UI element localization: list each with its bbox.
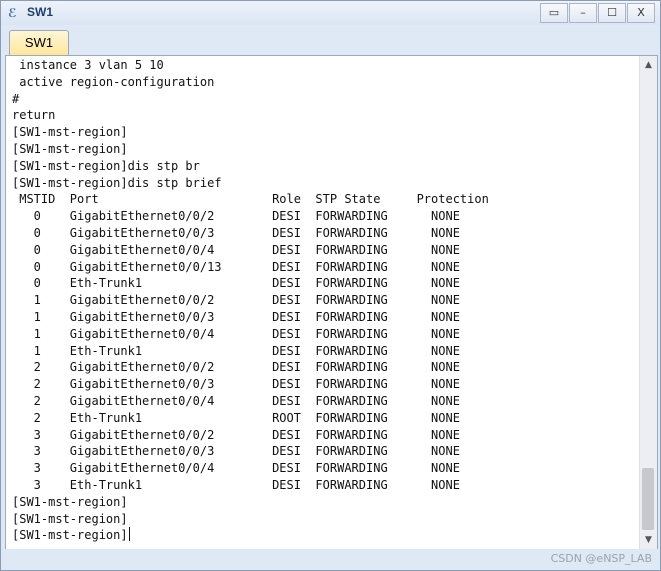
terminal-line: [SW1-mst-region] — [12, 528, 128, 543]
terminal-line: return — [12, 108, 56, 123]
watermark-text: CSDN @eNSP_LAB — [550, 552, 652, 565]
tab-sw1[interactable]: SW1 — [9, 30, 69, 55]
terminal-line: [SW1-mst-region]dis stp brief — [12, 175, 222, 190]
terminal-line: [SW1-mst-region] — [12, 511, 128, 526]
terminal-line: active region-configuration — [19, 74, 215, 89]
title-bar[interactable]: ℰ SW1 ▭ – ☐ X — [1, 1, 660, 25]
tab-strip: SW1 — [1, 25, 660, 55]
terminal-line: 1 GigabitEthernet0/0/2 DESI FORWARDING N… — [33, 293, 460, 308]
app-icon: ℰ — [8, 6, 17, 20]
terminal-line: 0 GigabitEthernet0/0/4 DESI FORWARDING N… — [33, 242, 460, 257]
vertical-scrollbar[interactable]: ▲ ▼ — [639, 56, 657, 550]
terminal-output[interactable]: instance 3 vlan 5 10 active region-confi… — [12, 57, 632, 547]
terminal-line: 1 Eth-Trunk1 DESI FORWARDING NONE — [33, 343, 460, 358]
terminal-window: ℰ SW1 ▭ – ☐ X SW1 instance 3 vlan 5 10 a… — [0, 0, 661, 571]
terminal-line: [SW1-mst-region] — [12, 494, 128, 509]
terminal-line: 3 GigabitEthernet0/0/2 DESI FORWARDING N… — [33, 427, 460, 442]
scrollbar-thumb[interactable] — [642, 468, 654, 530]
terminal-line: [SW1-mst-region]dis stp br — [12, 158, 200, 173]
text-cursor — [128, 527, 130, 542]
terminal-line: 0 GigabitEthernet0/0/3 DESI FORWARDING N… — [33, 225, 460, 240]
terminal-line: [SW1-mst-region] — [12, 125, 128, 140]
terminal-line: 1 GigabitEthernet0/0/4 DESI FORWARDING N… — [33, 326, 460, 341]
terminal-line: 3 Eth-Trunk1 DESI FORWARDING NONE — [33, 477, 460, 492]
terminal-line: 1 GigabitEthernet0/0/3 DESI FORWARDING N… — [33, 309, 460, 324]
terminal-line: 2 Eth-Trunk1 ROOT FORWARDING NONE — [33, 410, 460, 425]
terminal-pane[interactable]: instance 3 vlan 5 10 active region-confi… — [5, 55, 658, 551]
minimize-button[interactable]: – — [569, 3, 597, 23]
terminal-line: # — [12, 91, 20, 106]
status-bar: CSDN @eNSP_LAB — [1, 549, 660, 570]
window-title: SW1 — [27, 5, 54, 19]
terminal-line: 0 Eth-Trunk1 DESI FORWARDING NONE — [33, 276, 460, 291]
terminal-line: 2 GigabitEthernet0/0/4 DESI FORWARDING N… — [33, 393, 460, 408]
scroll-down-icon[interactable]: ▼ — [640, 532, 657, 549]
close-button[interactable]: X — [627, 3, 655, 23]
terminal-line: [SW1-mst-region] — [12, 141, 128, 156]
terminal-line: 2 GigabitEthernet0/0/3 DESI FORWARDING N… — [33, 377, 460, 392]
terminal-line: 3 GigabitEthernet0/0/3 DESI FORWARDING N… — [33, 444, 460, 459]
terminal-line: 0 GigabitEthernet0/0/2 DESI FORWARDING N… — [33, 209, 460, 224]
terminal-line: instance 3 vlan 5 10 — [19, 58, 164, 72]
terminal-line: MSTID Port Role STP State Protection — [19, 192, 489, 207]
scroll-up-icon[interactable]: ▲ — [640, 57, 657, 74]
restore-button[interactable]: ▭ — [540, 3, 568, 23]
terminal-line: 3 GigabitEthernet0/0/4 DESI FORWARDING N… — [33, 461, 460, 476]
maximize-button[interactable]: ☐ — [598, 3, 626, 23]
terminal-line: 0 GigabitEthernet0/0/13 DESI FORWARDING … — [33, 259, 460, 274]
terminal-line: 2 GigabitEthernet0/0/2 DESI FORWARDING N… — [33, 360, 460, 375]
